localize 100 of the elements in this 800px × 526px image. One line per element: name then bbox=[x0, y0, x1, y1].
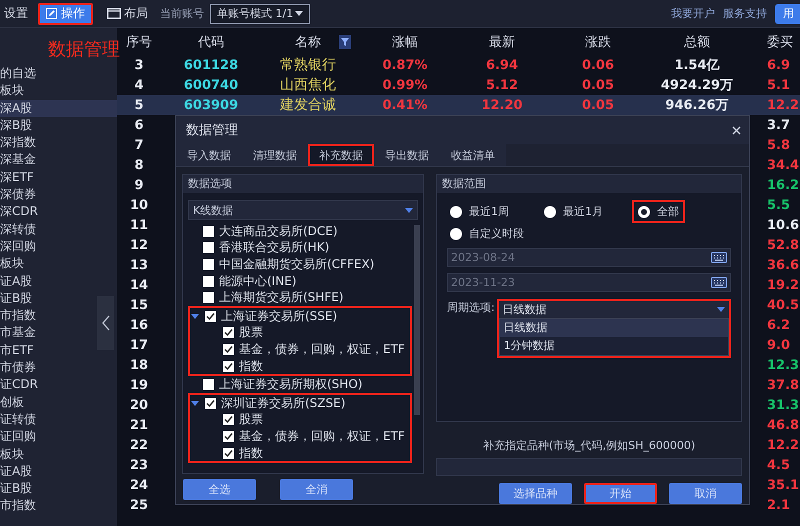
table-cell-text: 19 bbox=[128, 378, 150, 392]
filter-icon[interactable] bbox=[339, 34, 351, 48]
radio-option[interactable]: 最近1月 bbox=[541, 203, 606, 220]
checkbox[interactable] bbox=[203, 276, 214, 287]
checkbox[interactable] bbox=[223, 448, 234, 459]
symbol-input[interactable] bbox=[436, 458, 742, 476]
operate-button[interactable]: 操作 bbox=[38, 2, 93, 24]
sidebar-item[interactable]: 市债券 bbox=[0, 359, 117, 376]
column-header[interactable]: 最新 bbox=[455, 32, 549, 50]
tab[interactable]: 补充数据 bbox=[308, 144, 374, 166]
radio-button[interactable] bbox=[450, 206, 462, 218]
sidebar-item[interactable]: 深债券 bbox=[0, 186, 117, 204]
checkbox[interactable] bbox=[223, 414, 234, 426]
checkbox[interactable] bbox=[203, 258, 214, 270]
tree-item-label: 指数 bbox=[239, 444, 263, 462]
sidebar-item[interactable]: 证A股 bbox=[0, 272, 117, 290]
dropdown-option[interactable]: 日线数据 bbox=[500, 319, 728, 337]
column-header[interactable]: 委买 bbox=[747, 32, 800, 50]
checkbox[interactable] bbox=[205, 310, 216, 322]
dropdown-option[interactable]: 1分钟数据 bbox=[500, 337, 728, 355]
table-cell-text: 12.20 bbox=[480, 98, 524, 112]
table-cell-text: 20 bbox=[128, 398, 150, 412]
radio-button[interactable] bbox=[638, 206, 650, 218]
column-header[interactable]: 总额 bbox=[647, 32, 747, 50]
table-cell-text: 常熟银行 bbox=[279, 56, 337, 74]
sidebar-item[interactable]: 深ETF bbox=[0, 168, 117, 186]
window-icon bbox=[107, 8, 121, 19]
expand-arrow-icon[interactable] bbox=[191, 400, 199, 406]
sidebar-item[interactable]: 深B股 bbox=[0, 116, 117, 134]
sidebar-item[interactable]: 深CDR bbox=[0, 203, 117, 221]
radio-button[interactable] bbox=[450, 228, 462, 240]
top-link[interactable]: 服务支持 bbox=[723, 6, 767, 21]
scrollbar[interactable] bbox=[414, 225, 420, 415]
tab[interactable]: 清理数据 bbox=[242, 144, 308, 166]
checkbox[interactable] bbox=[203, 292, 214, 304]
sidebar-item[interactable]: 证B股 bbox=[0, 480, 117, 498]
tab[interactable]: 导入数据 bbox=[176, 144, 242, 166]
table-cell-text: 9.0 bbox=[766, 338, 792, 352]
table-cell-text: 946.26万 bbox=[664, 97, 730, 114]
expand-arrow-icon[interactable] bbox=[191, 314, 199, 319]
sidebar-item[interactable]: 证A股 bbox=[0, 462, 117, 480]
column-header[interactable]: 序号 bbox=[117, 32, 161, 50]
tab[interactable]: 导出数据 bbox=[374, 144, 440, 166]
checkbox[interactable] bbox=[203, 242, 214, 254]
period-dropdown[interactable]: 日线数据 日线数据 1分钟数据 bbox=[496, 299, 731, 358]
sidebar-item[interactable]: 板块 bbox=[0, 255, 117, 273]
radio-option[interactable]: 自定义时段 bbox=[447, 225, 527, 242]
sidebar-item[interactable]: 深转债 bbox=[0, 220, 117, 238]
sidebar-item[interactable]: 板块 bbox=[0, 446, 117, 463]
sidebar-item[interactable]: 创板 bbox=[0, 394, 117, 411]
data-type-dropdown[interactable]: K线数据 bbox=[188, 200, 418, 220]
checkbox[interactable] bbox=[203, 226, 214, 237]
table-cell-text: 37.8 bbox=[766, 378, 800, 392]
checkbox[interactable] bbox=[223, 344, 234, 355]
column-header[interactable]: 名称 bbox=[261, 32, 355, 50]
table-cell-text: 52.8 bbox=[766, 238, 800, 252]
sidebar-item[interactable]: 市基金 bbox=[0, 324, 117, 342]
tree-item-label: 香港联合交易所(HK) bbox=[219, 239, 330, 256]
sidebar-item[interactable]: 板块 bbox=[0, 82, 117, 100]
checkbox[interactable] bbox=[223, 327, 234, 338]
sidebar-item[interactable]: 深基金 bbox=[0, 151, 117, 169]
top-link[interactable]: 我要开户 bbox=[671, 6, 715, 21]
settings-menu[interactable]: 设置 bbox=[4, 5, 28, 22]
column-header[interactable]: 涨幅 bbox=[355, 32, 455, 50]
table-cell-text: 10 bbox=[128, 198, 150, 212]
sidebar-item[interactable]: 市ETF bbox=[0, 342, 117, 360]
panel-title: 数据选项 bbox=[183, 175, 423, 193]
sidebar-item[interactable]: 市指数 bbox=[0, 307, 117, 324]
tree-item-label: 上海证券交易所期权(SHO) bbox=[219, 376, 362, 394]
sidebar-item[interactable]: 证转债 bbox=[0, 410, 117, 428]
table-cell-text: 4 bbox=[133, 78, 145, 92]
table-cell-text: 0.06 bbox=[580, 58, 616, 72]
layout-button[interactable]: 布局 bbox=[107, 5, 148, 22]
checkbox[interactable] bbox=[223, 360, 234, 372]
radio-button[interactable] bbox=[544, 206, 556, 218]
table-cell-text: 7 bbox=[133, 138, 145, 152]
checkbox[interactable] bbox=[203, 379, 214, 390]
sidebar-item[interactable]: 深指数 bbox=[0, 134, 117, 152]
sidebar-item[interactable]: 深回购 bbox=[0, 238, 117, 256]
column-header[interactable]: 代码 bbox=[161, 32, 261, 50]
sidebar-item[interactable]: 证CDR bbox=[0, 376, 117, 394]
table-cell-text: 0.41% bbox=[381, 98, 429, 112]
collapse-button[interactable] bbox=[97, 296, 114, 350]
radio-option[interactable]: 最近1周 bbox=[447, 203, 512, 220]
tree-item-label: 能源中心(INE) bbox=[219, 272, 296, 290]
column-header[interactable]: 涨跌 bbox=[549, 32, 647, 50]
radio-option[interactable]: 全部 bbox=[635, 203, 682, 220]
sidebar-item[interactable]: 的自选 bbox=[0, 65, 117, 82]
sidebar-item[interactable]: 深A股 bbox=[0, 100, 117, 117]
table-cell-text: 6 bbox=[133, 118, 145, 132]
sidebar-item[interactable]: 证回购 bbox=[0, 428, 117, 446]
checkbox[interactable] bbox=[223, 430, 234, 442]
checkbox[interactable] bbox=[205, 398, 216, 409]
account-select[interactable]: 单账号模式 1/1 bbox=[210, 4, 310, 24]
close-button[interactable] bbox=[732, 126, 741, 134]
user-button[interactable]: 用 bbox=[775, 4, 800, 24]
sidebar-item[interactable]: 市指数 bbox=[0, 497, 117, 515]
sidebar-item[interactable]: 证B股 bbox=[0, 290, 117, 308]
tree-item-label: 指数 bbox=[239, 358, 263, 375]
tab[interactable]: 收益清单 bbox=[440, 144, 506, 166]
